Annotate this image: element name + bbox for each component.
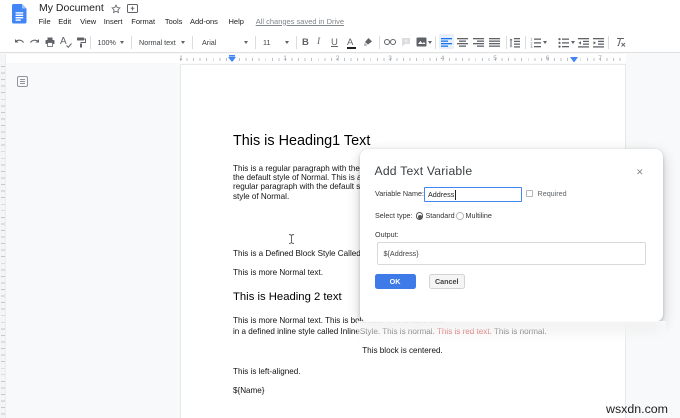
svg-text:1: 1 (531, 38, 533, 42)
svg-text:3: 3 (531, 45, 533, 48)
